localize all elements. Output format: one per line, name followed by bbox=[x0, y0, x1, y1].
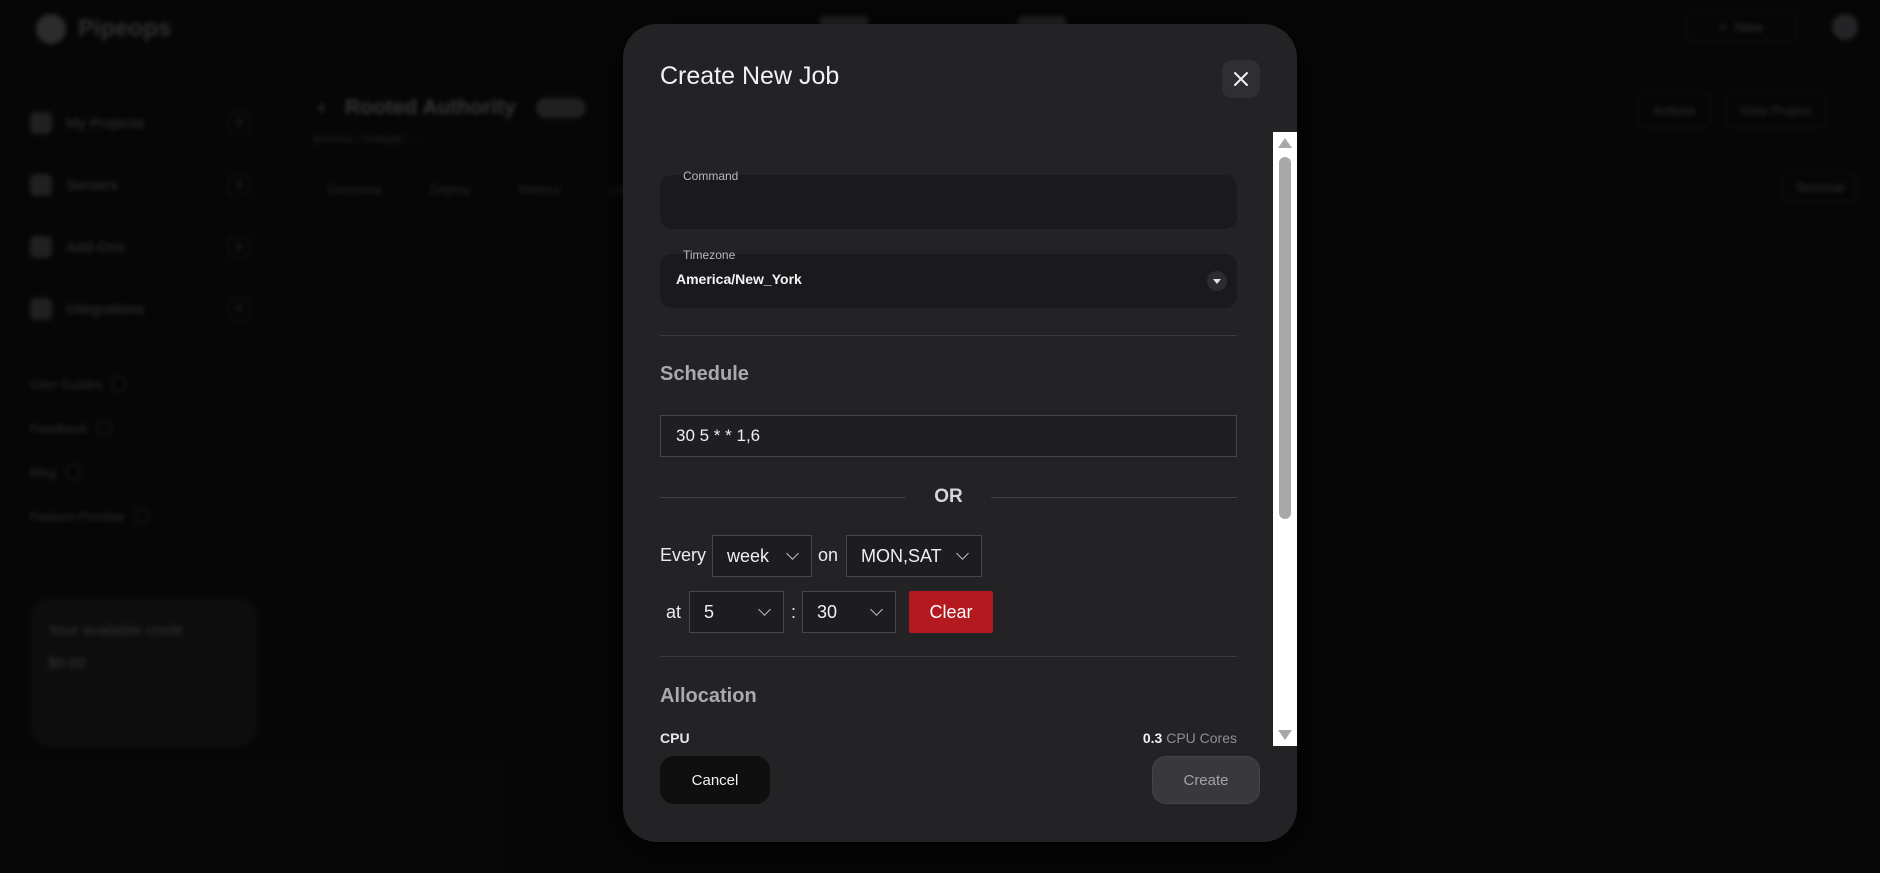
command-field[interactable]: Command bbox=[660, 169, 1237, 229]
scroll-thumb[interactable] bbox=[1279, 157, 1291, 519]
cpu-label: CPU bbox=[660, 730, 690, 746]
or-label: OR bbox=[934, 486, 963, 507]
chevron-down-icon bbox=[956, 547, 969, 560]
create-button[interactable]: Create bbox=[1152, 756, 1260, 804]
timezone-select[interactable]: Timezone America/New_York bbox=[660, 248, 1237, 308]
caret-down-icon bbox=[1207, 271, 1227, 291]
chevron-down-icon bbox=[786, 547, 799, 560]
modal-body: Command Timezone America/New_York Schedu… bbox=[660, 132, 1237, 746]
chevron-down-icon bbox=[870, 603, 883, 616]
close-icon bbox=[1234, 72, 1248, 86]
cpu-value: 0.3 CPU Cores bbox=[1142, 730, 1237, 746]
divider bbox=[660, 335, 1237, 336]
minute-select[interactable]: 30 bbox=[802, 591, 896, 633]
time-colon: : bbox=[791, 602, 797, 622]
days-select[interactable]: MON,SAT bbox=[846, 535, 982, 577]
every-label: Every bbox=[660, 545, 707, 565]
divider bbox=[660, 656, 1237, 657]
on-label: on bbox=[818, 545, 839, 565]
hour-select[interactable]: 5 bbox=[689, 591, 784, 633]
close-button[interactable] bbox=[1222, 60, 1260, 98]
chevron-down-icon bbox=[758, 603, 771, 616]
modal-title: Create New Job bbox=[660, 62, 840, 90]
clear-button[interactable]: Clear bbox=[909, 591, 993, 633]
schedule-title: Schedule bbox=[660, 363, 749, 385]
cpu-row: CPU 0.3 CPU Cores bbox=[660, 730, 1237, 746]
modal-scrollbar[interactable] bbox=[1273, 132, 1297, 746]
scroll-down-icon[interactable] bbox=[1278, 730, 1292, 740]
allocation-title: Allocation bbox=[660, 685, 757, 707]
cron-expression-input[interactable]: 30 5 * * 1,6 bbox=[660, 415, 1237, 457]
scroll-up-icon[interactable] bbox=[1278, 138, 1292, 148]
frequency-select[interactable]: week bbox=[712, 535, 812, 577]
at-label: at bbox=[666, 602, 682, 622]
command-label: Command bbox=[683, 169, 739, 183]
timezone-value: America/New_York bbox=[676, 271, 802, 287]
or-separator: OR bbox=[660, 484, 1237, 510]
create-job-modal: Create New Job Command Timezone America/… bbox=[623, 24, 1297, 842]
timezone-label: Timezone bbox=[683, 248, 736, 262]
cancel-button[interactable]: Cancel bbox=[660, 756, 770, 804]
